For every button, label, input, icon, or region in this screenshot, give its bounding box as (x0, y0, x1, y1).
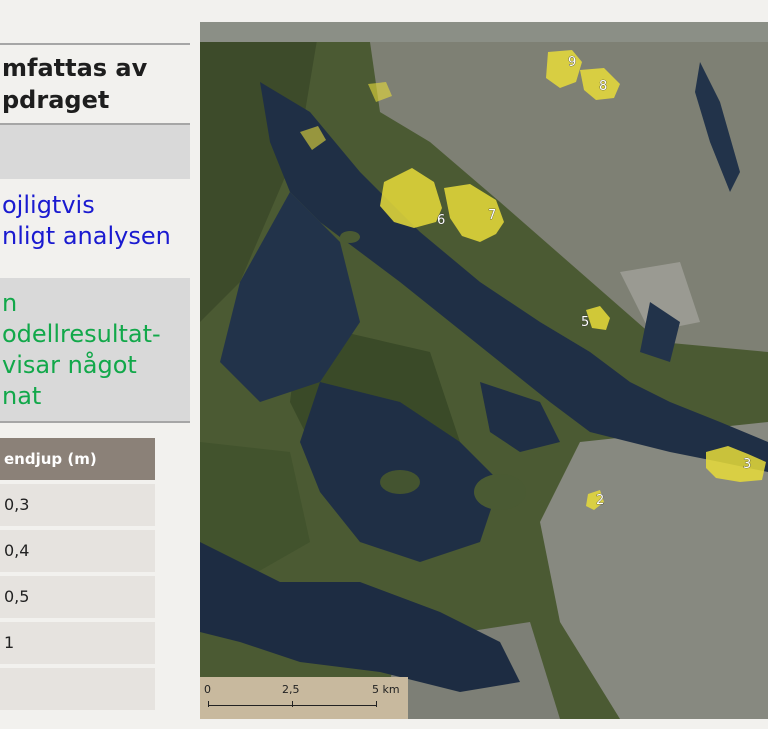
slide: mfattas av pdraget ojligtvis nligt analy… (0, 0, 768, 729)
marker-9[interactable]: 9 (568, 55, 577, 71)
scale-end: 5 km (372, 683, 400, 696)
marker-5[interactable]: 5 (581, 315, 590, 331)
scale-tick (292, 701, 293, 707)
table-row: 0,5 (0, 576, 155, 618)
title-line-2: pdraget (2, 86, 110, 114)
legend-blue-text: ojligtvis nligt analysen (2, 190, 190, 252)
scale-tick (208, 701, 209, 707)
title-line-1: mfattas av (2, 54, 148, 82)
satellite-map[interactable]: 9 8 6 7 5 3 2 0 2,5 5 km (200, 22, 768, 719)
marker-3[interactable]: 3 (743, 457, 752, 473)
green-line-3: visar något (2, 351, 137, 379)
scale-mid: 2,5 (282, 683, 300, 696)
green-line-2: odellresultat- (2, 320, 161, 348)
blue-line-1: ojligtvis (2, 191, 95, 219)
blue-line-2: nligt analysen (2, 222, 171, 250)
table-header: endjup (m) (0, 438, 155, 480)
marker-6[interactable]: 6 (437, 213, 446, 229)
legend-swatch-gray (0, 125, 190, 179)
green-line-4: nat (2, 382, 42, 410)
divider (0, 421, 190, 423)
green-line-1: n (2, 289, 18, 317)
island (340, 231, 360, 243)
panel-title: mfattas av pdraget (2, 52, 188, 116)
table-row: 1 (0, 622, 155, 664)
table-row: 0,4 (0, 530, 155, 572)
marker-2[interactable]: 2 (596, 493, 605, 509)
marker-8[interactable]: 8 (599, 79, 608, 95)
table-row: 0,3 (0, 484, 155, 526)
marker-7[interactable]: 7 (488, 208, 497, 224)
legend-green-text: n odellresultat- visar något nat (2, 288, 190, 412)
map-canvas: 9 8 6 7 5 3 2 (200, 22, 768, 719)
scale-zero: 0 (204, 683, 211, 696)
map-top-strip (200, 22, 768, 42)
table-row (0, 668, 155, 710)
divider (0, 43, 190, 45)
scale-tick (376, 701, 377, 707)
scale-bar: 0 2,5 5 km (200, 677, 408, 719)
legend-panel: mfattas av pdraget ojligtvis nligt analy… (0, 0, 196, 729)
island (474, 474, 526, 510)
depth-table: endjup (m) 0,3 0,4 0,5 1 (0, 438, 155, 710)
island (380, 470, 420, 494)
